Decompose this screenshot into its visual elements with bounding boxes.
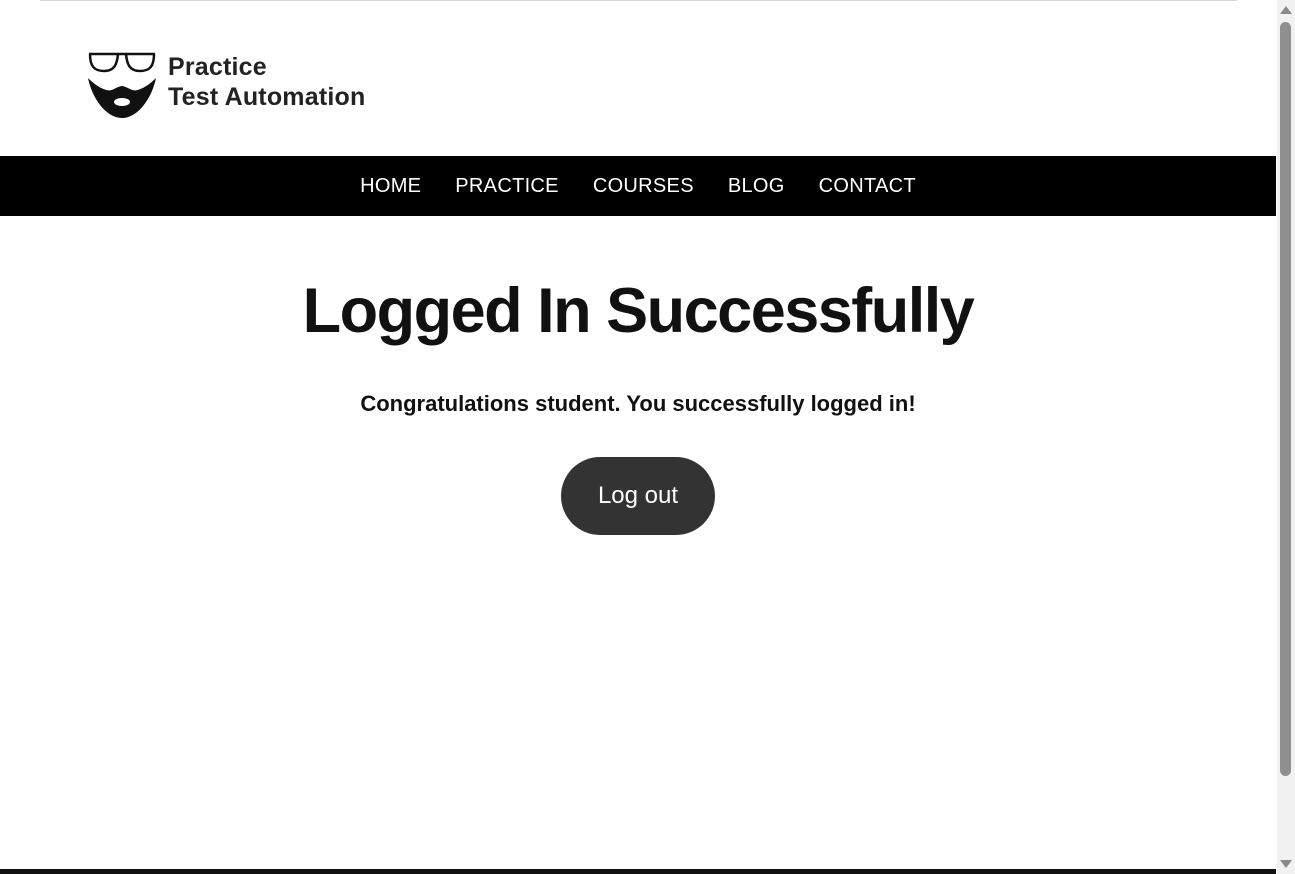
page: Practice Test Automation HOME PRACTICE C… xyxy=(0,0,1295,874)
nav-list: HOME PRACTICE COURSES BLOG CONTACT xyxy=(343,175,933,198)
logo-line-2: Test Automation xyxy=(168,83,366,111)
nav-item-home[interactable]: HOME xyxy=(343,175,438,197)
page-title: Logged In Successfully xyxy=(302,276,975,346)
vertical-scrollbar[interactable] xyxy=(1277,0,1295,874)
main-nav: HOME PRACTICE COURSES BLOG CONTACT xyxy=(0,156,1276,216)
nav-item-blog[interactable]: BLOG xyxy=(711,175,802,197)
scroll-down-arrow-icon[interactable] xyxy=(1280,860,1292,868)
nav-item-practice[interactable]: PRACTICE xyxy=(438,175,576,197)
nav-item-courses[interactable]: COURSES xyxy=(576,175,711,197)
footer-divider xyxy=(0,869,1276,874)
glasses-beard-logo-icon xyxy=(88,52,156,118)
scroll-thumb[interactable] xyxy=(1280,22,1291,776)
site-logo[interactable]: Practice Test Automation xyxy=(86,44,386,120)
logo-text: Practice Test Automation xyxy=(168,52,365,112)
logo-line-1: Practice xyxy=(168,53,267,81)
site-header: Practice Test Automation xyxy=(0,0,1276,156)
nav-item-contact[interactable]: CONTACT xyxy=(802,175,933,197)
logout-button[interactable]: Log out xyxy=(561,457,715,535)
scroll-up-arrow-icon[interactable] xyxy=(1280,6,1292,14)
success-message: Congratulations student. You successfull… xyxy=(360,391,916,416)
